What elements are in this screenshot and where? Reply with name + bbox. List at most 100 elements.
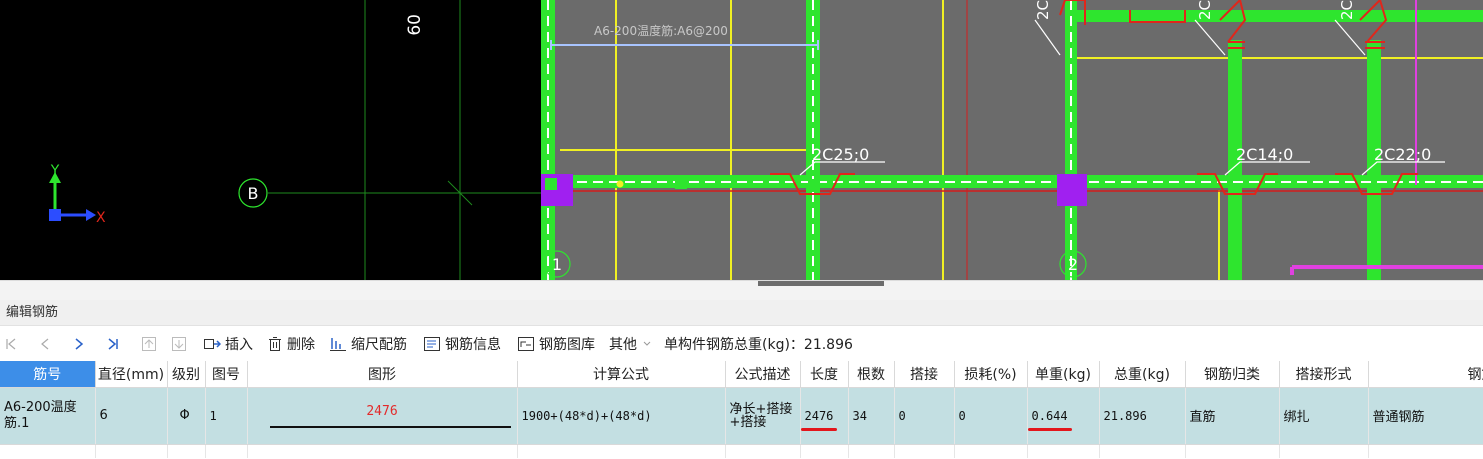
cell-diameter[interactable]: 6	[95, 387, 168, 445]
header-length[interactable]: 长度	[800, 361, 849, 388]
beam-horizontal	[1075, 10, 1483, 22]
other-label: 其他	[609, 337, 637, 353]
selected-grip[interactable]	[545, 178, 557, 190]
cell-id[interactable]: A6-200温度筋.1	[0, 387, 96, 445]
header-unit-weight[interactable]: 单重(kg)	[1027, 361, 1100, 388]
rebar-tag: 2C25;0	[812, 145, 869, 164]
next-icon	[75, 338, 84, 350]
top-tag: 2C	[1196, 0, 1214, 20]
total-weight-text: 单构件钢筋总重(kg)：21.896	[664, 337, 853, 353]
unit-weight-value: 0.644	[1031, 408, 1068, 423]
header-category[interactable]: 钢筋归类	[1185, 361, 1280, 388]
cell-rebar-type[interactable]: 普通钢筋	[1368, 387, 1483, 445]
delete-label: 删除	[287, 337, 315, 353]
axis-label-2: 2	[1068, 255, 1078, 274]
scale-rebar-button[interactable]: 缩尺配筋	[326, 332, 410, 356]
prev-record-button[interactable]	[34, 332, 56, 356]
selected-grip[interactable]	[675, 179, 687, 189]
rebar-info-label: 钢筋信息	[445, 337, 501, 353]
axis-label-1: 1	[552, 255, 562, 274]
length-highlight: 2476	[800, 408, 838, 431]
scale-icon	[330, 338, 346, 351]
cell-shape-no[interactable]: 1	[205, 387, 248, 445]
delete-button[interactable]: 删除	[264, 332, 318, 356]
header-loss[interactable]: 损耗(%)	[954, 361, 1028, 388]
header-shape-no[interactable]: 图号	[205, 361, 248, 388]
cell-loss[interactable]: 0	[954, 387, 1028, 445]
arrow-down-icon	[172, 337, 186, 351]
trash-icon	[269, 337, 281, 351]
rebar-library-label: 钢筋图库	[539, 337, 595, 353]
top-tag: 2C	[1338, 0, 1356, 20]
axis-label-b: B	[248, 184, 259, 203]
cell-category[interactable]: 直筋	[1185, 387, 1280, 445]
empty-row	[0, 444, 1483, 458]
scale-label: 缩尺配筋	[351, 337, 407, 353]
cell-unit-weight[interactable]: 0.644	[1027, 387, 1100, 445]
cell-formula[interactable]: 1900+(48*d)+(48*d)	[517, 387, 726, 445]
cell-shape[interactable]: 2476	[247, 387, 518, 445]
header-count[interactable]: 根数	[848, 361, 895, 388]
header-lap-type[interactable]: 搭接形式	[1279, 361, 1369, 388]
top-tag: 2C	[1034, 0, 1052, 20]
cell-total-weight[interactable]: 21.896	[1099, 387, 1186, 445]
selected-grip[interactable]	[808, 179, 820, 189]
header-diameter[interactable]: 直径(mm)	[95, 361, 168, 388]
header-formula-desc[interactable]: 公式描述	[725, 361, 801, 388]
rebar-tag: 2C22;0	[1374, 145, 1431, 164]
red-underline-mark	[1027, 427, 1072, 431]
header-lap[interactable]: 搭接	[894, 361, 955, 388]
cell-formula-desc[interactable]: 净长+搭接+搭接	[725, 387, 801, 445]
info-list-icon	[424, 337, 440, 351]
header-grade[interactable]: 级别	[167, 361, 206, 388]
rebar-table: 筋号 直径(mm) 级别 图号 图形 计算公式 公式描述 长度 根数 搭接 损耗…	[0, 361, 1483, 459]
arrow-up-icon	[142, 337, 156, 351]
panel-title: 编辑钢筋	[0, 300, 1483, 326]
header-total-weight[interactable]: 总重(kg)	[1099, 361, 1186, 388]
shape-line	[269, 425, 511, 428]
prev-icon	[41, 338, 49, 350]
length-value: 2476	[804, 408, 834, 423]
panel-splitter[interactable]	[0, 280, 1483, 300]
library-icon	[518, 337, 534, 351]
coord-y-label: Y	[50, 163, 60, 179]
dimension-text: 60	[405, 14, 425, 36]
table-header-row: 筋号 直径(mm) 级别 图号 图形 计算公式 公式描述 长度 根数 搭接 损耗…	[0, 361, 1483, 388]
rebar-note: A6-200温度筋:A6@200	[594, 23, 728, 38]
last-record-button[interactable]	[102, 332, 124, 356]
column	[1057, 174, 1087, 206]
splitter-handle[interactable]	[758, 281, 884, 286]
chevron-down-icon	[643, 341, 651, 346]
header-formula[interactable]: 计算公式	[517, 361, 726, 388]
rebar-toolbar: 插入 删除 缩尺配筋 钢筋信息 钢筋图库 其他 单构件钢筋总重(kg)：21.8…	[0, 327, 1483, 361]
rebar-info-button[interactable]: 钢筋信息	[420, 332, 504, 356]
other-menu-button[interactable]: 其他	[606, 332, 656, 356]
red-underline-mark	[800, 427, 838, 431]
cad-viewport[interactable]: 60 A6-200温度筋:A6@200 2C25;0 2C14;0 2C22;0…	[0, 0, 1483, 280]
insert-icon	[204, 339, 221, 349]
last-icon	[108, 338, 118, 350]
move-down-button[interactable]	[168, 332, 190, 356]
cell-grade[interactable]: Φ	[167, 387, 206, 445]
insert-button[interactable]: 插入	[200, 332, 256, 356]
next-record-button[interactable]	[68, 332, 90, 356]
rebar-node	[616, 180, 624, 188]
rebar-library-button[interactable]: 钢筋图库	[514, 332, 598, 356]
move-up-button[interactable]	[138, 332, 160, 356]
slab-region	[545, 0, 1483, 280]
shape-length-label: 2476	[366, 403, 398, 419]
first-record-button[interactable]	[0, 332, 22, 356]
header-id[interactable]: 筋号	[0, 361, 96, 388]
insert-label: 插入	[225, 337, 253, 353]
unit-weight-highlight: 0.644	[1027, 408, 1072, 431]
header-rebar-type[interactable]: 钢筋	[1368, 361, 1483, 388]
rebar-tag: 2C14;0	[1236, 145, 1293, 164]
cell-lap-type[interactable]: 绑扎	[1279, 387, 1369, 445]
first-icon	[6, 338, 16, 350]
cell-lap[interactable]: 0	[894, 387, 955, 445]
table-row[interactable]: A6-200温度筋.1 6 Φ 1 2476 1900+(48*d)+(48*d…	[0, 387, 1483, 445]
cell-count[interactable]: 34	[848, 387, 895, 445]
header-shape[interactable]: 图形	[247, 361, 518, 388]
coord-x-label: X	[96, 210, 106, 226]
cell-length[interactable]: 2476	[800, 387, 849, 445]
